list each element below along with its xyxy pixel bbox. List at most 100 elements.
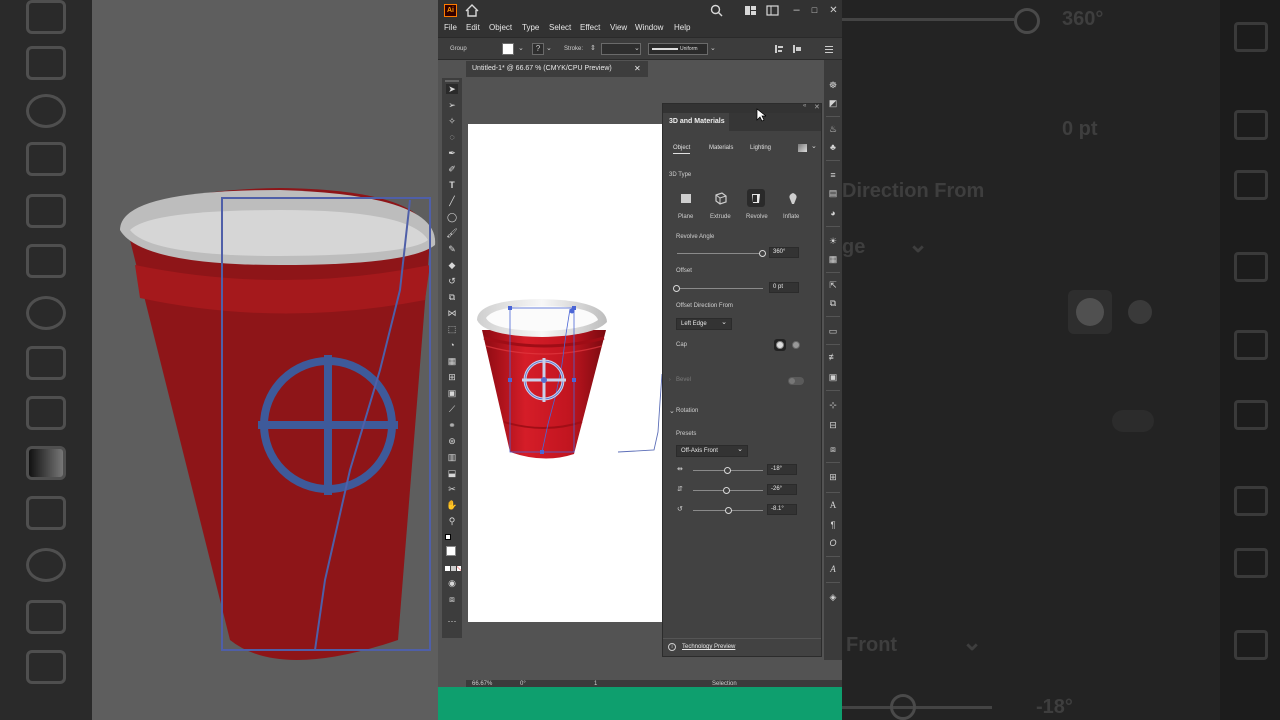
panel-drag-bar[interactable]: « ✕ — [663, 103, 821, 113]
distribute-icon[interactable] — [792, 44, 802, 54]
info-icon[interactable]: i — [668, 643, 676, 651]
symbols-icon[interactable]: ♣ — [828, 142, 838, 152]
artboards-icon[interactable]: ▣ — [828, 372, 838, 382]
draw-mode-icon[interactable]: ◉ — [446, 578, 458, 588]
rotate-x-slider[interactable] — [724, 467, 731, 474]
align-icon[interactable] — [774, 44, 784, 54]
more-tools-icon[interactable]: ⋯ — [446, 616, 458, 626]
rotate-z-field[interactable]: -8.1° — [767, 504, 797, 515]
revolve-angle-field[interactable]: 360° — [769, 247, 799, 258]
default-colors-icon[interactable] — [445, 534, 451, 540]
menu-window[interactable]: Window — [635, 23, 663, 32]
curvature-tool-icon[interactable]: ✐ — [446, 164, 458, 174]
tab-materials[interactable]: Materials — [709, 145, 733, 151]
color-mode-icon[interactable] — [445, 566, 450, 571]
glyphs-icon[interactable]: A — [828, 564, 838, 574]
graph-tool-icon[interactable]: ▥ — [446, 452, 458, 462]
direct-selection-tool-icon[interactable]: ➢ — [446, 100, 458, 110]
transparency-icon[interactable]: ◕ — [828, 208, 838, 218]
chevron-down-icon[interactable]: ⌄ — [634, 44, 640, 52]
minimize-icon[interactable]: – — [790, 4, 803, 17]
rotate-x-field[interactable]: -18° — [767, 464, 797, 475]
adjustments-icon[interactable]: ≢ — [828, 352, 838, 362]
revolve-icon[interactable] — [749, 191, 763, 205]
menu-effect[interactable]: Effect — [580, 23, 600, 32]
zoom-tool-icon[interactable]: ⚲ — [446, 516, 458, 526]
rotate-z-slider[interactable] — [725, 507, 732, 514]
rotate-y-slider[interactable] — [723, 487, 730, 494]
fill-color-swatch[interactable] — [446, 546, 456, 556]
blend-tool-icon[interactable]: ⚭ — [446, 420, 458, 430]
search-icon[interactable] — [710, 4, 723, 17]
appearance-icon[interactable]: ☀ — [828, 236, 838, 246]
offset-track[interactable] — [677, 288, 763, 289]
extrude-icon[interactable] — [714, 191, 728, 205]
arrange-documents-icon[interactable] — [744, 4, 757, 17]
gradient-mode-icon[interactable] — [451, 566, 456, 571]
chevron-down-icon[interactable]: ⌄ — [546, 44, 552, 52]
align-panel-icon[interactable]: ⊟ — [828, 420, 838, 430]
width-tool-icon[interactable]: ⋈ — [446, 308, 458, 318]
ellipse-tool-icon[interactable]: ◯ — [446, 212, 458, 222]
close-tab-icon[interactable]: ✕ — [634, 64, 641, 73]
fill-swatch[interactable] — [502, 43, 514, 55]
revolve-angle-track[interactable] — [677, 253, 763, 254]
panel-grip[interactable] — [445, 80, 459, 82]
menu-type[interactable]: Type — [522, 23, 539, 32]
selection-tool-icon[interactable]: ➤ — [446, 84, 458, 94]
close-panel-icon[interactable]: ✕ — [814, 103, 820, 111]
pathfinder-icon[interactable]: ⧈ — [828, 444, 838, 454]
eraser-tool-icon[interactable]: ◆ — [446, 260, 458, 270]
menu-help[interactable]: Help — [674, 23, 690, 32]
pen-tool-icon[interactable]: ✒ — [446, 148, 458, 158]
menu-edit[interactable]: Edit — [466, 23, 480, 32]
revolve-angle-slider[interactable] — [759, 250, 766, 257]
rotate-y-field[interactable]: -26° — [767, 484, 797, 495]
technology-preview-link[interactable]: Technology Preview — [682, 644, 735, 650]
panel-title-tab[interactable]: 3D and Materials — [663, 113, 729, 131]
eyedropper-tool-icon[interactable]: ⟋ — [446, 404, 458, 414]
mesh-tool-icon[interactable]: ⊞ — [446, 372, 458, 382]
none-mode-icon[interactable] — [457, 566, 461, 571]
chevron-down-icon[interactable]: ⌄ — [669, 407, 675, 415]
stroke-stepper[interactable]: ⇕ — [590, 43, 598, 55]
render-settings-icon[interactable] — [798, 144, 807, 152]
cap-on-button[interactable] — [774, 339, 786, 351]
brushes-icon[interactable]: ♨ — [828, 124, 838, 134]
perspective-grid-tool-icon[interactable]: ▦ — [446, 356, 458, 366]
color-guide-icon[interactable]: ⊞ — [828, 472, 838, 482]
bevel-toggle[interactable] — [788, 377, 804, 385]
stroke-swatch-icon[interactable]: ? — [532, 43, 544, 55]
comments-icon[interactable]: ▭ — [828, 326, 838, 336]
free-transform-tool-icon[interactable]: ⬚ — [446, 324, 458, 334]
tab-object[interactable]: Object — [673, 145, 691, 154]
shaper-tool-icon[interactable]: ✎ — [446, 244, 458, 254]
stroke-profile-select[interactable]: Uniform — [648, 43, 708, 55]
rotate-tool-icon[interactable]: ↺ — [446, 276, 458, 286]
cap-off-button[interactable] — [790, 339, 802, 351]
magic-wand-tool-icon[interactable]: ✧ — [446, 116, 458, 126]
graphic-styles-icon[interactable]: ▦ — [828, 254, 838, 264]
shape-builder-tool-icon[interactable]: ◔ — [446, 340, 458, 350]
lasso-tool-icon[interactable]: ◌ — [446, 132, 458, 142]
stroke-icon[interactable]: ≡ — [828, 170, 838, 180]
libraries-icon[interactable]: ◩ — [828, 98, 838, 108]
offset-direction-select[interactable]: Left Edge ⌄ — [676, 318, 732, 330]
hand-tool-icon[interactable]: ✋ — [446, 500, 458, 510]
properties-icon[interactable]: ☸ — [828, 80, 838, 90]
opentype-icon[interactable]: O — [828, 538, 838, 548]
home-icon[interactable] — [465, 4, 479, 17]
slice-tool-icon[interactable]: ✂ — [446, 484, 458, 494]
presets-select[interactable]: Off-Axis Front ⌄ — [676, 445, 748, 457]
close-icon[interactable]: ✕ — [827, 4, 840, 17]
screen-mode-icon[interactable]: ⧈ — [446, 594, 458, 604]
menu-lines-icon[interactable] — [824, 44, 834, 54]
type-tool-icon[interactable]: T — [446, 180, 458, 190]
maximize-icon[interactable]: □ — [808, 4, 821, 17]
export-icon[interactable]: ⇱ — [828, 280, 838, 290]
gradient-tool-icon[interactable]: ▣ — [446, 388, 458, 398]
menu-file[interactable]: File — [444, 23, 457, 32]
symbol-sprayer-tool-icon[interactable]: ⊛ — [446, 436, 458, 446]
offset-field[interactable]: 0 pt — [769, 282, 799, 293]
profile-path-artwork[interactable] — [614, 372, 664, 462]
